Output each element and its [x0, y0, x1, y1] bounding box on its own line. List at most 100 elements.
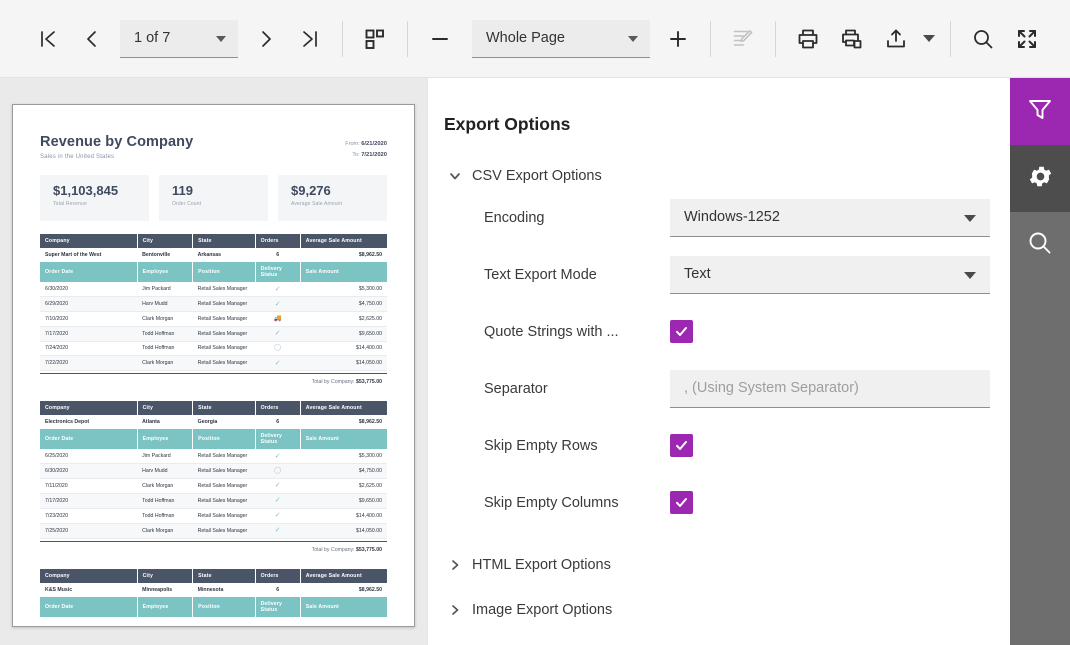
position: Retail Sales Manager — [192, 326, 256, 342]
employee: Jim Packard — [137, 282, 193, 297]
last-page-button[interactable] — [288, 17, 332, 61]
detail-header-row: Order Date Employee Position Delivery Statu… — [40, 262, 387, 282]
fullscreen-button[interactable] — [1005, 17, 1049, 61]
table-row: 6/30/2020 Harv Mudd Retail Sales Manager ◯ $… — [40, 463, 387, 479]
kpi-card: 119 Order Count — [159, 175, 268, 221]
sale-amount: $14,050.00 — [300, 355, 387, 371]
report-from-value: 6/21/2020 — [361, 141, 387, 147]
option-label-skip-empty-rows: Skip Empty Rows — [484, 437, 598, 454]
group-total: Total by Company: $53,775.00 — [311, 379, 382, 385]
toolbar-divider-3 — [710, 20, 711, 57]
table-row: 7/17/2020 Todd Hoffman Retail Sales Manage… — [40, 493, 387, 509]
group-header-row: Company City State Orders Average Sale Amoun… — [40, 401, 387, 415]
delivery-status: ◯ — [255, 341, 301, 356]
chevron-down-icon — [923, 35, 935, 42]
group-city: Bentonville — [137, 248, 193, 262]
group-column-header: State — [192, 568, 256, 583]
sale-amount: $5,300.00 — [300, 449, 387, 464]
export-button[interactable] — [874, 17, 918, 61]
option-label-quote-strings: Quote Strings with ... — [484, 323, 619, 340]
report-content: Revenue by Company Sales in the United S… — [13, 105, 414, 626]
group-total: Total by Company: $53,775.00 — [311, 546, 382, 553]
detail-column-header: Employee — [137, 262, 194, 282]
print-button[interactable] — [786, 17, 830, 61]
separator-input[interactable]: , (Using System Separator) — [670, 369, 990, 408]
delivered-check-icon: ✓ — [274, 330, 281, 337]
multipage-view-button[interactable] — [353, 17, 397, 61]
option-row-text-export-mode: Text Export Mode Text — [428, 246, 1010, 303]
pending-clock-icon: ◯ — [274, 344, 282, 351]
text-export-mode-dropdown[interactable]: Text — [670, 255, 990, 294]
group-company: Electronics Depot — [40, 415, 138, 429]
detail-column-header: Delivery Status — [255, 262, 301, 282]
edit-button[interactable] — [721, 17, 765, 61]
chevron-down-icon — [964, 272, 976, 279]
group-column-header: Company — [40, 234, 138, 248]
quote-strings-checkbox[interactable] — [670, 320, 693, 343]
report-subtitle: Sales in the United States — [40, 153, 115, 160]
position: Retail Sales Manager — [192, 341, 256, 356]
delivered-check-icon: ✓ — [274, 497, 281, 504]
delivered-check-icon: ✓ — [274, 285, 281, 293]
right-sidebar — [1010, 78, 1070, 645]
detail-column-header: Position — [192, 429, 256, 449]
previous-page-button[interactable] — [70, 17, 114, 61]
table-row: 7/10/2020 Clark Morgan Retail Sales Manage… — [40, 311, 387, 327]
group-avg: $8,962.50 — [300, 248, 387, 262]
sidebar-item-search[interactable] — [1010, 212, 1070, 279]
report-page: Revenue by Company Sales in the United S… — [12, 104, 415, 627]
zoom-out-button[interactable] — [418, 17, 462, 61]
sidebar-item-filter[interactable] — [1010, 78, 1070, 145]
delivered-check-icon: ✓ — [274, 527, 281, 534]
employee: Todd Hoffman — [137, 341, 193, 356]
group-header-row: Company City State Orders Average Sale Amoun… — [40, 568, 387, 583]
print-current-page-button[interactable] — [830, 17, 874, 61]
employee: Clark Morgan — [137, 355, 193, 371]
section-header-csv-export-options[interactable]: CSV Export Options — [428, 163, 1010, 189]
option-row-skip-empty-columns: Skip Empty Columns — [428, 474, 1010, 531]
sidebar-item-settings[interactable] — [1010, 145, 1070, 212]
delivered-check-icon: ✓ — [274, 512, 281, 519]
option-row-skip-empty-rows: Skip Empty Rows — [428, 417, 1010, 474]
detail-column-header: Order Date — [40, 596, 138, 617]
detail-column-header: Sale Amount — [300, 262, 387, 282]
sale-amount: $2,625.00 — [300, 478, 387, 494]
delivery-status: 🚚 — [255, 311, 301, 327]
option-label-skip-empty-columns: Skip Empty Columns — [484, 494, 619, 511]
group-column-header: Orders — [255, 568, 301, 583]
sale-amount: $14,400.00 — [300, 508, 387, 524]
report-date-range: From: 6/21/2020 To: 7/21/2020 — [345, 135, 387, 161]
document-preview-pane[interactable]: Revenue by Company Sales in the United S… — [0, 78, 427, 645]
kpi-card: $1,103,845 Total Revenue — [40, 175, 149, 221]
report-to-row: To: 7/21/2020 — [345, 150, 387, 161]
toolbar-divider-4 — [775, 20, 776, 57]
section-header-html-export-options[interactable]: HTML Export Options — [428, 552, 1010, 578]
zoom-in-button[interactable] — [656, 17, 700, 61]
delivery-status: ✓ — [255, 523, 301, 539]
filter-icon — [1026, 95, 1054, 128]
sidebar-background — [1010, 279, 1070, 645]
search-button[interactable] — [961, 17, 1005, 61]
section-label: CSV Export Options — [472, 168, 602, 184]
page-number-dropdown[interactable]: 1 of 7 — [120, 19, 238, 58]
detail-header-row: Order Date Employee Position Delivery Statu… — [40, 429, 387, 449]
position: Retail Sales Manager — [192, 523, 256, 539]
delivery-status: ✓ — [255, 449, 301, 464]
first-page-button[interactable] — [26, 17, 70, 61]
group-column-header: Company — [40, 401, 138, 415]
next-page-button[interactable] — [244, 17, 288, 61]
zoom-level-dropdown[interactable]: Whole Page — [472, 19, 650, 58]
export-menu-caret-button[interactable] — [918, 17, 940, 61]
chevron-right-icon — [444, 558, 466, 572]
option-label-text-export-mode: Text Export Mode — [484, 266, 597, 283]
zoom-level-label: Whole Page — [486, 30, 565, 46]
encoding-dropdown[interactable]: Windows-1252 — [670, 198, 990, 237]
skip-empty-rows-checkbox[interactable] — [670, 434, 693, 457]
detail-column-header: Employee — [137, 429, 194, 449]
skip-empty-columns-checkbox[interactable] — [670, 491, 693, 514]
group-column-header: Average Sale Amount — [300, 234, 387, 248]
group-total-value: $53,775.00 — [356, 379, 382, 385]
report-group-table: Company City State Orders Average Sale Amoun… — [40, 234, 387, 371]
section-header-image-export-options[interactable]: Image Export Options — [428, 597, 1010, 623]
option-row-encoding: Encoding Windows-1252 — [428, 189, 1010, 246]
